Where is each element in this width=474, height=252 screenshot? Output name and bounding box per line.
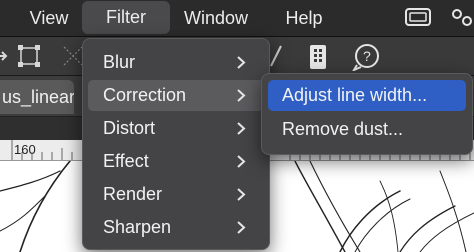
- menu-item-label: Adjust line width...: [282, 85, 428, 105]
- menu-bar: View Filter Window Help: [0, 0, 474, 37]
- correction-submenu: Adjust line width... Remove dust...: [261, 73, 473, 155]
- svg-text:?: ?: [363, 48, 371, 64]
- menu-item-label: Render: [103, 184, 163, 204]
- menu-item-blur[interactable]: Blur: [88, 47, 264, 78]
- menu-item-render[interactable]: Render: [88, 179, 264, 210]
- menu-item-label: Distort: [103, 118, 156, 138]
- pen-tool-icon[interactable]: [268, 43, 284, 69]
- filter-menu: Blur Correction Distort Effect Render Sh…: [82, 38, 270, 250]
- menu-item-distort[interactable]: Distort: [88, 113, 264, 144]
- menu-item-remove-dust[interactable]: Remove dust...: [268, 114, 466, 145]
- menu-view[interactable]: View: [16, 0, 82, 36]
- menu-item-sharpen[interactable]: Sharpen: [88, 212, 264, 243]
- grid-tool-icon[interactable]: [62, 43, 84, 69]
- menu-item-effect[interactable]: Effect: [88, 146, 264, 177]
- selection-tool-icon[interactable]: [16, 43, 42, 69]
- menu-filter[interactable]: Filter: [82, 1, 170, 34]
- document-tab[interactable]: us_linear: [0, 80, 74, 114]
- menu-item-label: Correction: [103, 85, 187, 105]
- menu-item-label: Remove dust...: [282, 119, 404, 139]
- menu-item-correction[interactable]: Correction: [88, 80, 264, 111]
- control-center-icon[interactable]: [448, 6, 474, 28]
- document-tab-label: us_linear: [2, 87, 74, 107]
- menu-item-adjust-line-width[interactable]: Adjust line width...: [268, 80, 466, 111]
- menu-item-label: Blur: [103, 52, 136, 72]
- document-icon[interactable]: [308, 43, 328, 71]
- menu-window[interactable]: Window: [172, 0, 260, 36]
- chevron-right-icon: [237, 155, 246, 168]
- help-bubble-icon[interactable]: ?: [352, 43, 380, 71]
- menu-item-label: Effect: [103, 151, 149, 171]
- chevron-right-icon: [237, 56, 246, 69]
- menu-help[interactable]: Help: [272, 0, 336, 36]
- chevron-right-icon: [237, 221, 246, 234]
- display-mirror-icon[interactable]: [404, 6, 432, 28]
- chevron-right-icon: [237, 122, 246, 135]
- menu-item-label: Sharpen: [103, 217, 172, 237]
- chevron-right-icon: [237, 188, 246, 201]
- chevron-right-icon: [237, 89, 246, 102]
- arrow-tool-icon[interactable]: [0, 43, 8, 69]
